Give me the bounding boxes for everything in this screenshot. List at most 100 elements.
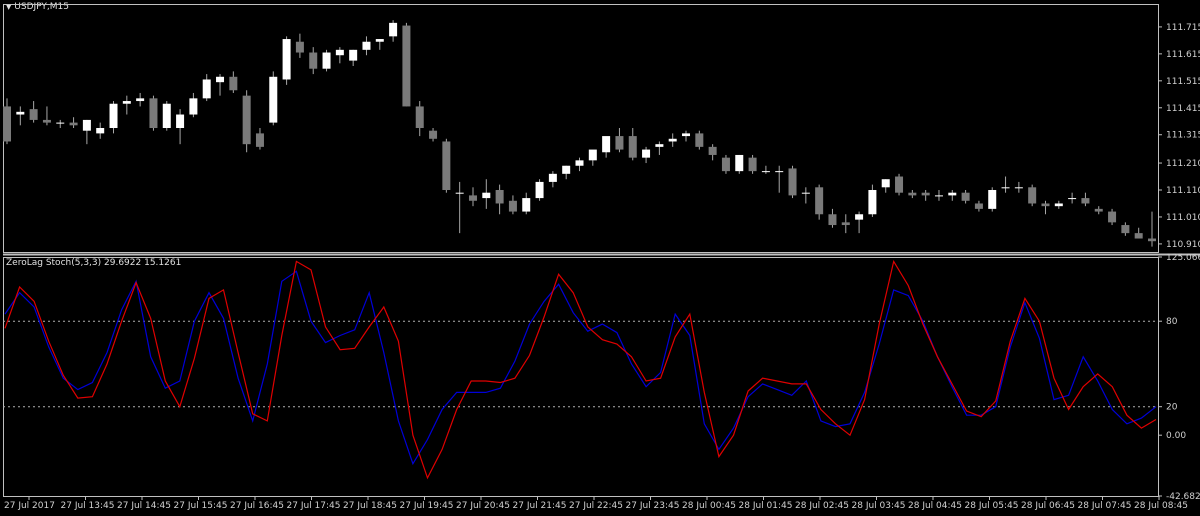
time-axis-label: 27 Jul 20:45 — [456, 501, 510, 511]
candle-bull — [322, 52, 331, 69]
candle-bull — [1054, 203, 1063, 207]
time-axis-label: 27 Jul 22:45 — [569, 501, 623, 511]
candle-bear — [815, 187, 824, 215]
candles-group — [3, 20, 1156, 247]
candle-bull — [575, 160, 584, 166]
candle-bear — [721, 157, 730, 172]
candle-bear — [508, 200, 517, 212]
candle-bull — [1068, 198, 1077, 200]
candle-bear — [69, 122, 78, 126]
indicator-axis-label: 20 — [1166, 403, 1178, 413]
candle-bear — [29, 109, 38, 120]
time-axis-label: 28 Jul 03:45 — [852, 501, 906, 511]
candle-bull — [522, 198, 531, 212]
candle-bull — [375, 39, 384, 42]
candle-bull — [548, 173, 557, 182]
candle-bull — [216, 76, 225, 83]
candle-bull — [56, 122, 65, 124]
candle-bull — [96, 128, 105, 134]
candle-bear — [415, 106, 424, 128]
candle-bear — [1028, 187, 1037, 204]
candle-bull — [109, 103, 118, 128]
indicator-axis-label: 0.00 — [1166, 431, 1186, 441]
price-axis-label: 111.615 — [1166, 50, 1200, 60]
candle-bull — [202, 79, 211, 99]
candle-bear — [1148, 238, 1156, 242]
price-panel-frame — [3, 4, 1159, 253]
time-axis-label: 27 Jul 2017 — [4, 501, 55, 511]
chart-canvas[interactable]: 111.715 111.615 111.515 111.415 111.315 111.2… — [0, 0, 1200, 516]
candle-bull — [868, 190, 877, 215]
time-axis-label: 28 Jul 04:45 — [908, 501, 962, 511]
candle-bear — [1121, 225, 1130, 234]
candle-bear — [1094, 208, 1103, 212]
candle-bull — [162, 103, 171, 128]
time-axis-label: 27 Jul 15:45 — [174, 501, 228, 511]
candle-bull — [362, 41, 371, 50]
price-axis-label: 110.910 — [1166, 240, 1200, 250]
candle-bear — [615, 136, 624, 150]
time-axis-label: 27 Jul 17:45 — [287, 501, 341, 511]
candle-bear — [788, 168, 797, 196]
candle-bull — [735, 154, 744, 172]
price-axis-label: 111.110 — [1166, 186, 1200, 196]
candle-bear — [495, 190, 504, 204]
candle-bear — [908, 192, 917, 196]
candle-bear — [695, 133, 704, 147]
candle-bear — [828, 214, 837, 226]
candle-bear — [429, 130, 438, 139]
candle-bull — [1014, 187, 1023, 189]
time-axis-label: 27 Jul 21:45 — [513, 501, 567, 511]
candle-bull — [655, 144, 664, 147]
time-axis-label: 27 Jul 23:45 — [626, 501, 680, 511]
candle-bear — [708, 146, 717, 155]
candle-bull — [1001, 187, 1010, 189]
candle-bear — [149, 98, 158, 128]
candle-bull — [176, 114, 185, 128]
candle-bull — [189, 98, 198, 115]
candle-bear — [1108, 211, 1117, 223]
price-axis-label: 111.715 — [1166, 23, 1200, 33]
candle-bull — [535, 181, 544, 199]
time-axis-label: 28 Jul 05:45 — [965, 501, 1019, 511]
price-axis-label: 111.210 — [1166, 159, 1200, 169]
price-axis-label: 111.315 — [1166, 131, 1200, 141]
candle-bull — [682, 133, 691, 137]
indicator-panel-frame — [3, 257, 1159, 497]
candle-bear — [1081, 198, 1090, 204]
candle-bear — [242, 95, 251, 145]
price-axis-label: 111.010 — [1166, 213, 1200, 223]
candle-bull — [761, 171, 770, 173]
candle-bull — [668, 138, 677, 142]
candle-bear — [748, 157, 757, 172]
candle-bull — [82, 119, 91, 131]
candle-bear — [295, 41, 304, 53]
candle-bear — [1041, 203, 1050, 207]
candle-bull — [455, 192, 464, 194]
candle-bull — [389, 22, 398, 37]
stoch-signal-line — [4, 259, 1157, 480]
time-axis-label: 28 Jul 07:45 — [1078, 501, 1132, 511]
candle-bear — [3, 106, 11, 142]
indicator-axis-label: 125.0668 — [1166, 253, 1200, 263]
candle-bear — [255, 133, 264, 147]
candle-bear — [895, 176, 904, 193]
stoch-main-line — [4, 270, 1157, 466]
candle-bull — [948, 192, 957, 196]
candle-bull — [934, 195, 943, 197]
candle-bear — [42, 119, 51, 123]
candle-bull — [588, 149, 597, 161]
price-axis-label: 111.515 — [1166, 77, 1200, 87]
candle-bull — [881, 179, 890, 188]
time-axis-label: 27 Jul 16:45 — [230, 501, 284, 511]
candle-bull — [122, 101, 131, 104]
candle-bull — [269, 76, 278, 123]
candle-bull — [855, 214, 864, 220]
time-axis-label: 27 Jul 18:45 — [343, 501, 397, 511]
candle-bear — [229, 76, 238, 91]
candle-bull — [349, 49, 358, 61]
candle-bull — [16, 111, 25, 115]
candle-bull — [282, 39, 291, 80]
candle-bear — [921, 192, 930, 196]
candle-bear — [628, 136, 637, 158]
